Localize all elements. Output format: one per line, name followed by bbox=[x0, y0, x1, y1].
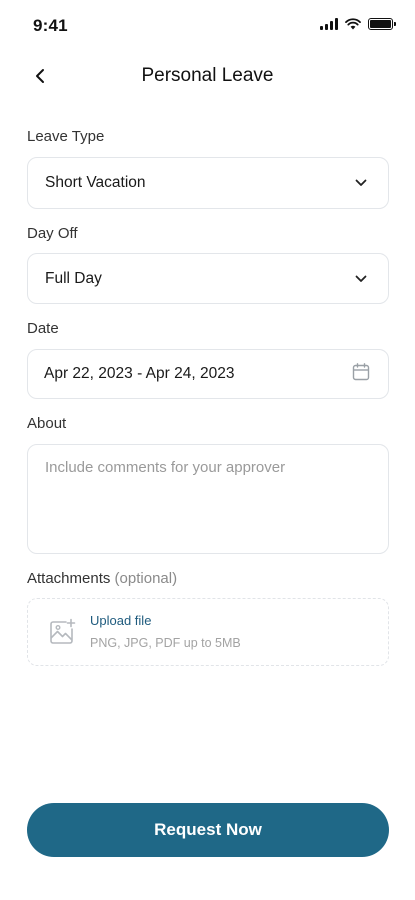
request-now-button[interactable]: Request Now bbox=[27, 803, 389, 857]
attachments-label-text: Attachments bbox=[27, 570, 111, 587]
attachments-optional-text: (optional) bbox=[114, 570, 178, 587]
leave-type-label: Leave Type bbox=[27, 128, 105, 145]
image-add-icon bbox=[47, 617, 77, 647]
wifi-icon bbox=[345, 18, 361, 30]
attachments-label: Attachments (optional) bbox=[27, 570, 177, 587]
status-time: 9:41 bbox=[33, 16, 68, 35]
calendar-icon[interactable] bbox=[351, 362, 371, 387]
leave-type-select[interactable]: Short Vacation bbox=[27, 157, 389, 209]
upload-hint: PNG, JPG, PDF up to 5MB bbox=[90, 636, 241, 650]
date-range-field[interactable]: Apr 22, 2023 - Apr 24, 2023 bbox=[27, 349, 389, 399]
page-title: Personal Leave bbox=[141, 65, 274, 86]
day-off-select[interactable]: Full Day bbox=[27, 253, 389, 304]
status-bar: 9:41 bbox=[0, 0, 415, 52]
date-range-value: Apr 22, 2023 - Apr 24, 2023 bbox=[44, 365, 235, 382]
upload-dropzone[interactable]: Upload file PNG, JPG, PDF up to 5MB bbox=[27, 598, 389, 666]
status-icons bbox=[320, 18, 396, 30]
date-label: Date bbox=[27, 320, 59, 337]
leave-type-value: Short Vacation bbox=[45, 174, 146, 191]
day-off-label: Day Off bbox=[27, 225, 78, 242]
header: Personal Leave bbox=[0, 52, 415, 100]
about-textarea[interactable] bbox=[45, 459, 371, 539]
about-field bbox=[27, 444, 389, 554]
day-off-value: Full Day bbox=[45, 269, 102, 287]
personal-leave-screen: 9:41 Personal Leave Leave Type Short Vac bbox=[0, 0, 415, 900]
about-label: About bbox=[27, 415, 67, 432]
upload-file-link[interactable]: Upload file bbox=[90, 613, 151, 628]
chevron-down-icon bbox=[352, 174, 370, 192]
chevron-down-icon bbox=[352, 270, 370, 288]
battery-icon bbox=[368, 18, 396, 30]
cellular-signal-icon bbox=[320, 18, 338, 30]
